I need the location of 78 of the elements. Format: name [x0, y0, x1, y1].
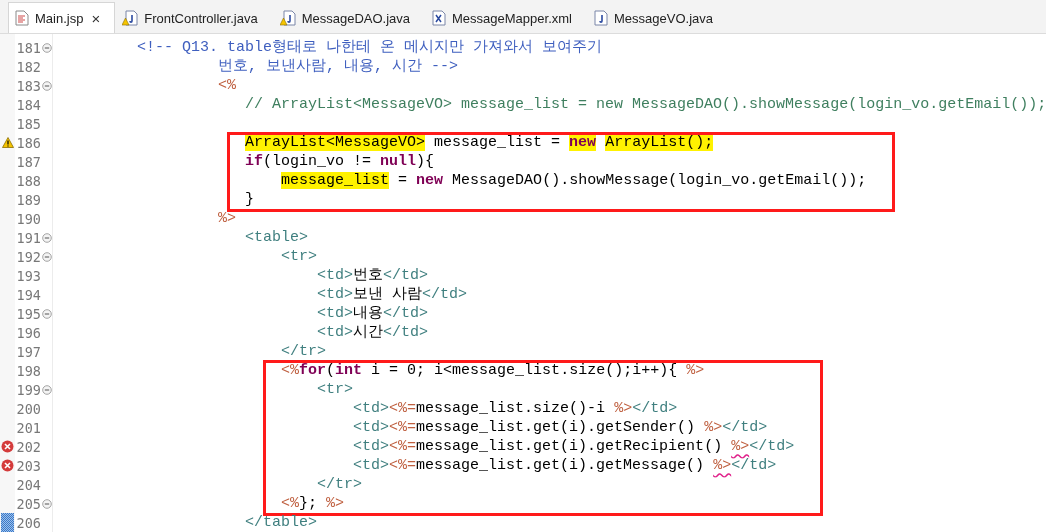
code-line: <%}; %> [280, 494, 345, 513]
fold-icon[interactable] [41, 308, 52, 319]
editor-tab[interactable]: FrontController.java [115, 2, 273, 33]
code-line: </tr> [316, 475, 363, 494]
line-number: 198 [15, 362, 41, 379]
line-number: 182 [15, 58, 41, 75]
java-file-icon [594, 10, 608, 26]
code-line: <%for(int i = 0; i<message_list.size();i++){ %> [280, 361, 705, 380]
line-number: 195 [15, 305, 41, 322]
editor-tab[interactable]: MessageVO.java [587, 2, 728, 33]
code-line: <td><%=message_list.get(i).getRecipient() %></td> [352, 437, 795, 456]
editor-tab[interactable]: MessageDAO.java [272, 2, 426, 33]
code-line: <td>내용</td> [316, 304, 429, 323]
line-number: 206 [15, 514, 41, 531]
line-number: 199 [15, 381, 41, 398]
line-number: 204 [15, 476, 41, 493]
code-line: <tr> [316, 380, 354, 399]
change-marker-icon [1, 513, 14, 532]
line-number: 205 [15, 495, 41, 512]
line-number: 190 [15, 210, 41, 227]
code-line: <tr> [280, 247, 318, 266]
code-line: <!-- Q13. table형태로 나한테 온 메시지만 가져와서 보여주기 [136, 38, 603, 57]
tab-label: FrontController.java [144, 10, 258, 26]
code-line: 번호, 보낸사람, 내용, 시간 --> [217, 57, 459, 76]
code-line: if(login_vo != null){ [244, 152, 435, 171]
error-icon [1, 459, 14, 472]
code-line: </table> [244, 513, 318, 532]
fold-icon[interactable] [41, 384, 52, 395]
fold-icon[interactable] [41, 80, 52, 91]
line-number: 181 [15, 39, 41, 56]
java-file-warning-icon [279, 10, 296, 26]
line-number: 201 [15, 419, 41, 436]
fold-icon[interactable] [41, 498, 52, 509]
code-line: %> [217, 209, 237, 228]
code-line: // ArrayList<MessageVO> message_list = new MessageDAO().showMessage(login_vo.getEmail()); [244, 95, 1046, 114]
line-number: 194 [15, 286, 41, 303]
editor-tab[interactable]: Main.jsp × [8, 2, 116, 33]
line-number: 186 [15, 134, 41, 151]
code-line: ArrayList<MessageVO> message_list = new ArrayList(); [244, 133, 714, 152]
editor-tab[interactable]: MessageMapper.xml [425, 2, 587, 33]
line-number: 192 [15, 248, 41, 265]
java-file-warning-icon [122, 10, 139, 26]
code-line: <td>시간</td> [316, 323, 429, 342]
tab-label: MessageMapper.xml [452, 10, 572, 26]
xml-file-icon [432, 10, 447, 26]
line-number: 193 [15, 267, 41, 284]
file-icon [15, 10, 29, 26]
line-number: 189 [15, 191, 41, 208]
code-line: </tr> [280, 342, 327, 361]
fold-icon[interactable] [41, 232, 52, 243]
line-number: 188 [15, 172, 41, 189]
code-line: <td>번호</td> [316, 266, 429, 285]
code-line: <td>보낸 사람</td> [316, 285, 468, 304]
line-number: 187 [15, 153, 41, 170]
fold-icon[interactable] [41, 42, 52, 53]
error-icon [1, 440, 14, 453]
tab-label: Main.jsp [35, 10, 84, 26]
line-number: 197 [15, 343, 41, 360]
code-line: <% [217, 76, 237, 95]
close-icon[interactable]: × [91, 10, 101, 26]
tab-label: MessageVO.java [614, 10, 713, 26]
line-number: 183 [15, 77, 41, 94]
line-number: 196 [15, 324, 41, 341]
line-number: 202 [15, 438, 41, 455]
code-line: } [244, 190, 255, 209]
line-number: 203 [15, 457, 41, 474]
code-line: <td><%=message_list.get(i).getSender() %></td> [352, 418, 768, 437]
fold-icon[interactable] [41, 251, 52, 262]
line-number: 191 [15, 229, 41, 246]
line-number: 184 [15, 96, 41, 113]
code-line: message_list = new MessageDAO().showMessage(login_vo.getEmail()); [280, 171, 867, 190]
warning-icon [1, 137, 14, 148]
code-line: <td><%=message_list.size()-i %></td> [352, 399, 678, 418]
line-number: 200 [15, 400, 41, 417]
line-number: 185 [15, 115, 41, 132]
code-line: <td><%=message_list.get(i).getMessage() %></td> [352, 456, 777, 475]
tab-label: MessageDAO.java [301, 10, 411, 26]
code-line: <table> [244, 228, 309, 247]
